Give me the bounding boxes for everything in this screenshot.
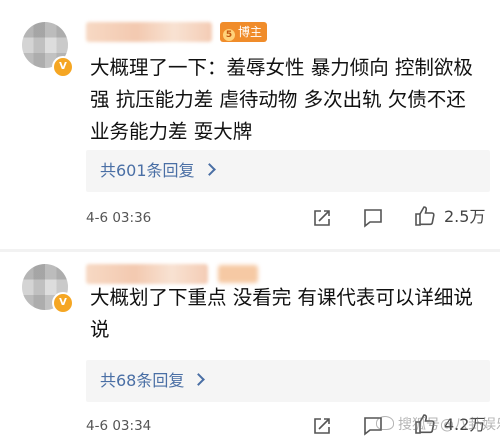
timestamp: 4-6 03:34 bbox=[86, 418, 152, 434]
watermark-text: 搜狐号@八卦娱乐 bbox=[398, 417, 500, 433]
chevron-right-icon bbox=[202, 163, 216, 176]
like-icon[interactable] bbox=[413, 204, 437, 228]
share-icon[interactable] bbox=[310, 414, 334, 438]
view-replies-link[interactable]: 共68条回复 bbox=[100, 360, 206, 402]
replies-box[interactable]: 共601条回复 bbox=[86, 150, 490, 192]
replies-label: 共68条回复 bbox=[100, 371, 185, 390]
replies-label: 共601条回复 bbox=[100, 161, 195, 180]
user-level-badge bbox=[218, 265, 258, 283]
timestamp: 4-6 03:36 bbox=[86, 210, 152, 226]
verified-badge-icon: V bbox=[52, 292, 74, 314]
comment-icon[interactable] bbox=[361, 206, 385, 230]
comment-text: 大概划了下重点 没看完 有课代表可以详细说说 bbox=[90, 286, 473, 341]
username[interactable] bbox=[86, 22, 212, 42]
like-count: 2.5万 bbox=[444, 207, 486, 226]
comment-text: 大概理了一下：羞辱女性 暴力倾向 控制欲极强 抗压能力差 虐待动物 多次出轨 欠… bbox=[90, 56, 473, 143]
watermark: 搜狐号@八卦娱乐 bbox=[376, 414, 500, 434]
badge-icon: 5 bbox=[223, 29, 235, 41]
username[interactable] bbox=[86, 264, 208, 284]
comment-list: V 5 博主 大概理了一下：羞辱女性 暴力倾向 控制欲极强 抗压能力差 虐待动物 … bbox=[0, 0, 500, 442]
verified-badge-icon: V bbox=[52, 56, 74, 78]
chevron-right-icon bbox=[192, 373, 206, 386]
view-replies-link[interactable]: 共601条回复 bbox=[100, 150, 216, 192]
sohu-logo-icon bbox=[376, 416, 394, 430]
blogger-badge-label: 博主 bbox=[238, 25, 263, 39]
comment-item: V 5 博主 大概理了一下：羞辱女性 暴力倾向 控制欲极强 抗压能力差 虐待动物 … bbox=[0, 0, 500, 250]
replies-box[interactable]: 共68条回复 bbox=[86, 360, 490, 402]
blogger-badge: 5 博主 bbox=[220, 22, 268, 42]
share-icon[interactable] bbox=[310, 206, 334, 230]
